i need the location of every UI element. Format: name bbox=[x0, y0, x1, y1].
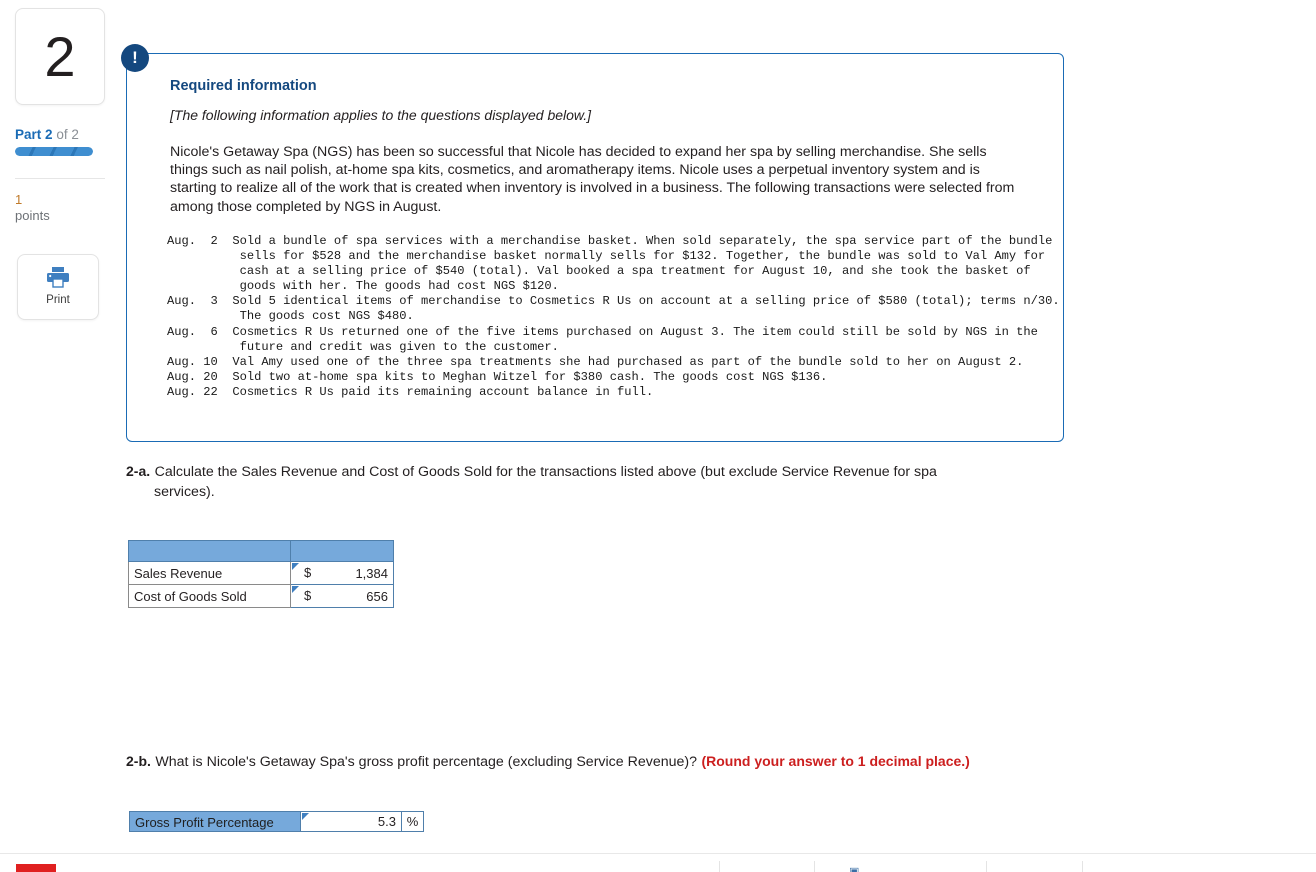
table-header-label-cell bbox=[128, 540, 291, 562]
question-2a: 2-a. Calculate the Sales Revenue and Cos… bbox=[126, 462, 1036, 502]
footer-divider-3 bbox=[986, 861, 987, 872]
part-of: of 2 bbox=[56, 127, 79, 142]
printer-icon bbox=[47, 267, 69, 288]
part-progress-fill bbox=[15, 147, 93, 156]
applies-note: [The following information applies to th… bbox=[170, 107, 592, 123]
rail-divider bbox=[15, 178, 105, 179]
currency-symbol: $ bbox=[304, 588, 312, 603]
row-value-sales-revenue[interactable]: $ 1,384 bbox=[290, 561, 394, 585]
question-2b-rounding-note: (Round your answer to 1 decimal place.) bbox=[701, 753, 970, 769]
left-rail: 2 Part 2 of 2 1 points Print bbox=[0, 0, 118, 872]
print-button-label: Print bbox=[46, 294, 70, 306]
transaction-list: Aug. 2 Sold a bundle of spa services wit… bbox=[167, 234, 1060, 399]
exclamation-icon: ! bbox=[121, 44, 149, 72]
cell-flag-icon bbox=[292, 563, 299, 570]
question-2b-tag: 2-b. bbox=[126, 753, 151, 769]
print-button[interactable]: Print bbox=[17, 254, 99, 320]
cell-flag-icon bbox=[292, 586, 299, 593]
row-value-cost-of-goods-sold[interactable]: $ 656 bbox=[290, 584, 394, 608]
part-prefix: Part bbox=[15, 127, 42, 142]
question-number: 2 bbox=[44, 25, 76, 88]
required-information-heading: Required information bbox=[170, 78, 317, 94]
gross-profit-percentage-value: 5.3 bbox=[377, 814, 396, 829]
table-header-value-cell bbox=[290, 540, 394, 562]
footer-divider-2 bbox=[814, 861, 815, 872]
question-2a-text: Calculate the Sales Revenue and Cost of … bbox=[154, 464, 937, 480]
part-indicator: Part 2 of 2 bbox=[15, 127, 107, 142]
scenario-paragraph: Nicole's Getaway Spa (NGS) has been so s… bbox=[170, 144, 1015, 215]
part-current: 2 bbox=[45, 127, 53, 142]
footer-toolbar: ▣ bbox=[0, 854, 1316, 872]
currency-symbol: $ bbox=[304, 565, 312, 580]
question-2b-text: What is Nicole's Getaway Spa's gross pro… bbox=[155, 754, 697, 770]
row-label-sales-revenue: Sales Revenue bbox=[128, 561, 291, 585]
question-2b: 2-b. What is Nicole's Getaway Spa's gros… bbox=[126, 752, 1086, 773]
percent-unit: % bbox=[402, 811, 424, 832]
points-value: 1 bbox=[15, 192, 23, 207]
points-label: points bbox=[15, 208, 50, 223]
cell-flag-icon bbox=[302, 813, 309, 820]
answer-table-2a: Sales Revenue $ 1,384 Cost of Goods Sold… bbox=[128, 540, 394, 608]
row-label-cost-of-goods-sold: Cost of Goods Sold bbox=[128, 584, 291, 608]
footer-divider-4 bbox=[1082, 861, 1083, 872]
answer-row-2b: Gross Profit Percentage 5.3 % bbox=[129, 811, 424, 832]
table-header-row bbox=[128, 540, 394, 562]
part-progress-bar bbox=[15, 147, 93, 156]
question-2a-tag: 2-a. bbox=[126, 463, 151, 479]
question-number-card: 2 bbox=[15, 8, 105, 105]
question-2a-text-cont: services). bbox=[154, 483, 215, 500]
gross-profit-percentage-label: Gross Profit Percentage bbox=[129, 811, 301, 832]
footer-divider-1 bbox=[719, 861, 720, 872]
table-row: Cost of Goods Sold $ 656 bbox=[128, 584, 394, 608]
brand-logo bbox=[16, 864, 56, 872]
footer-icon[interactable]: ▣ bbox=[849, 865, 859, 872]
gross-profit-percentage-input[interactable]: 5.3 bbox=[301, 811, 402, 832]
table-row: Sales Revenue $ 1,384 bbox=[128, 561, 394, 585]
